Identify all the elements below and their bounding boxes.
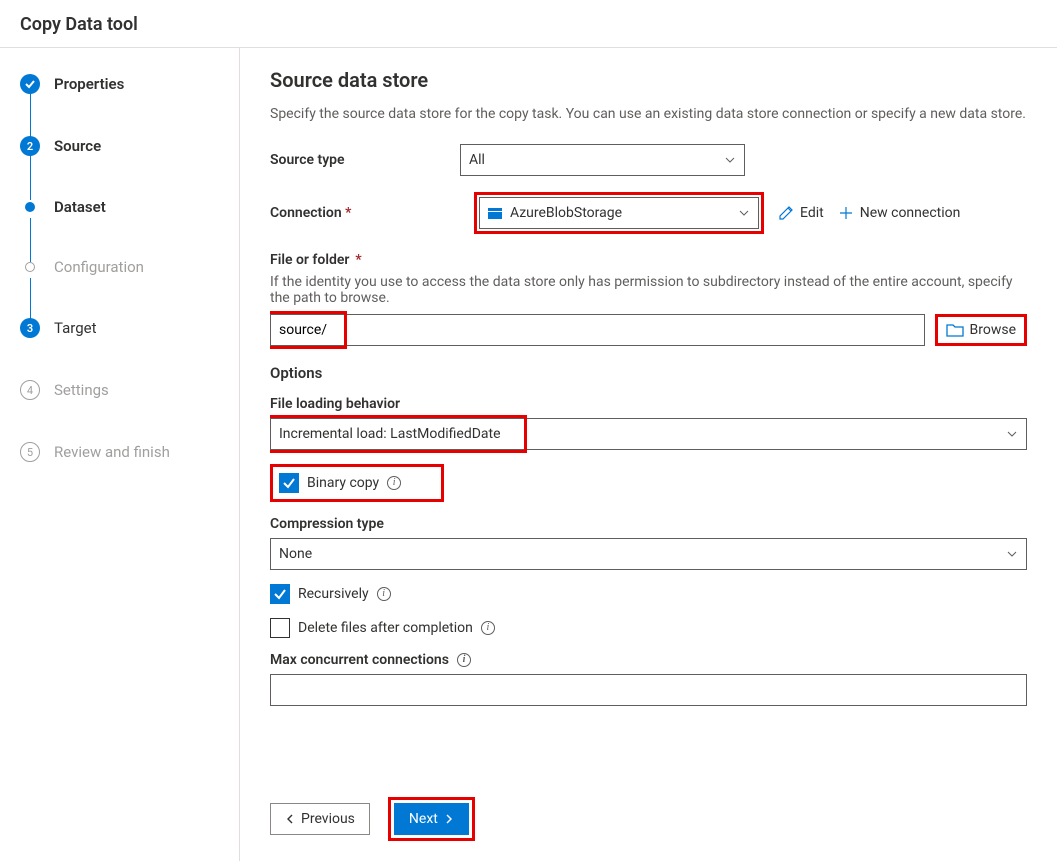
step-source[interactable]: 2 Source xyxy=(20,130,239,162)
label-file-or-folder: File or folder xyxy=(270,252,1027,268)
input-max-conn[interactable] xyxy=(270,674,1027,706)
row-recursively: Recursively i xyxy=(270,584,1027,604)
label-source-type: Source type xyxy=(270,152,460,168)
label-connection: Connection xyxy=(270,205,460,221)
chevron-down-icon xyxy=(724,154,736,166)
select-file-loading[interactable]: Incremental load: LastModifiedDate xyxy=(270,418,1027,450)
edit-label: Edit xyxy=(800,205,824,221)
page-description: Specify the source data store for the co… xyxy=(270,106,1027,122)
chevron-down-icon xyxy=(1006,548,1018,560)
plus-icon xyxy=(838,205,854,221)
info-icon[interactable]: i xyxy=(481,621,495,635)
step-properties[interactable]: Properties xyxy=(20,68,239,100)
storage-icon xyxy=(488,208,502,219)
label-binary-copy: Binary copy xyxy=(307,475,379,491)
header-title: Copy Data tool xyxy=(20,14,138,35)
select-value: All xyxy=(469,152,485,168)
wizard-sidebar: Properties 2 Source Dataset Configuratio… xyxy=(0,48,240,861)
highlight-binary-copy: Binary copy i xyxy=(270,464,444,502)
select-value: AzureBlobStorage xyxy=(510,205,622,221)
chevron-down-icon xyxy=(1006,428,1018,440)
step-number-icon: 2 xyxy=(20,136,40,156)
select-source-type[interactable]: All xyxy=(460,144,745,176)
step-number-icon: 5 xyxy=(20,442,40,462)
pencil-icon xyxy=(778,205,794,221)
row-delete-after: Delete files after completion i xyxy=(270,618,1027,638)
new-connection-button[interactable]: New connection xyxy=(838,205,961,221)
next-label: Next xyxy=(409,811,438,827)
next-button[interactable]: Next xyxy=(394,803,469,835)
select-value: Incremental load: LastModifiedDate xyxy=(279,426,501,442)
step-review[interactable]: 5 Review and finish xyxy=(20,436,239,468)
step-label: Source xyxy=(54,137,101,155)
substep-configuration[interactable]: Configuration xyxy=(20,252,239,282)
label-recursively: Recursively xyxy=(298,586,369,602)
step-label: Configuration xyxy=(54,258,144,276)
step-target[interactable]: 3 Target xyxy=(20,312,239,344)
substep-dot-icon xyxy=(25,262,35,272)
main-panel: Source data store Specify the source dat… xyxy=(240,48,1057,861)
step-label: Dataset xyxy=(54,198,106,216)
select-compression[interactable]: None xyxy=(270,538,1027,570)
previous-label: Previous xyxy=(301,811,355,827)
info-icon[interactable]: i xyxy=(387,476,401,490)
chevron-down-icon xyxy=(738,207,750,219)
browse-button[interactable]: Browse xyxy=(940,319,1022,341)
highlight-browse: Browse xyxy=(935,314,1027,346)
label-compression: Compression type xyxy=(270,516,1027,532)
label-file-loading: File loading behavior xyxy=(270,396,1027,412)
edit-connection-button[interactable]: Edit xyxy=(778,205,824,221)
checkbox-recursively[interactable] xyxy=(270,584,290,604)
check-icon xyxy=(20,74,40,94)
info-icon[interactable]: i xyxy=(457,653,471,667)
checkbox-binary-copy[interactable] xyxy=(279,473,299,493)
wizard-footer: Previous Next xyxy=(270,783,1027,851)
folder-icon xyxy=(946,322,964,338)
highlight-next: Next xyxy=(388,797,475,841)
page-header: Copy Data tool xyxy=(0,0,1057,48)
step-label: Properties xyxy=(54,75,124,93)
step-label: Settings xyxy=(54,381,109,399)
highlight-connection: AzureBlobStorage xyxy=(474,192,764,234)
step-label: Target xyxy=(54,319,97,337)
step-label: Review and finish xyxy=(54,443,170,461)
checkbox-delete-after[interactable] xyxy=(270,618,290,638)
options-title: Options xyxy=(270,364,1027,382)
page-title: Source data store xyxy=(270,68,1027,92)
input-file-or-folder[interactable] xyxy=(270,314,925,346)
select-value: None xyxy=(279,546,312,562)
substep-dataset[interactable]: Dataset xyxy=(20,192,239,222)
label-delete-after: Delete files after completion xyxy=(298,620,473,636)
substep-dot-icon xyxy=(25,202,35,212)
select-connection[interactable]: AzureBlobStorage xyxy=(479,197,759,229)
row-connection: Connection AzureBlobStorage Edit xyxy=(270,192,1027,234)
row-source-type: Source type All xyxy=(270,144,1027,176)
browse-label: Browse xyxy=(970,322,1016,338)
label-max-conn: Max concurrent connections i xyxy=(270,652,1027,668)
step-settings[interactable]: 4 Settings xyxy=(20,374,239,406)
row-file-or-folder: Browse xyxy=(270,314,1027,346)
step-number-icon: 4 xyxy=(20,380,40,400)
new-connection-label: New connection xyxy=(860,205,961,221)
step-number-icon: 3 xyxy=(20,318,40,338)
info-icon[interactable]: i xyxy=(377,587,391,601)
helper-file-or-folder: If the identity you use to access the da… xyxy=(270,274,1027,306)
previous-button[interactable]: Previous xyxy=(270,803,370,835)
